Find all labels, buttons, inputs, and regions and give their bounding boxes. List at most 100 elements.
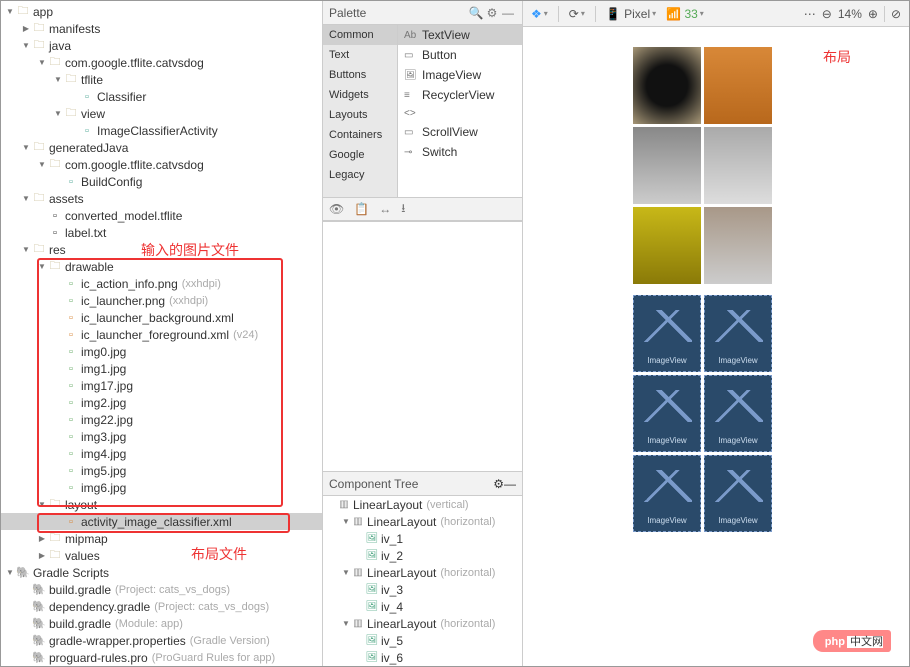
tree-row[interactable]: ▫ converted_model.tflite	[1, 207, 322, 224]
palette-category[interactable]: Widgets	[323, 85, 397, 105]
imageview-placeholder-3[interactable]: ImageView	[633, 375, 701, 452]
tree-row[interactable]: ▼ 🗀 com.google.tflite.catvsdog	[1, 54, 322, 71]
eye-icon[interactable]: 👁	[329, 202, 344, 216]
zoom-out-icon[interactable]: ⊖	[822, 7, 832, 21]
tree-row[interactable]: 🐘 build.gradle (Project: cats_vs_dogs)	[1, 581, 322, 598]
tree-row[interactable]: 🐘 build.gradle (Module: app)	[1, 615, 322, 632]
design-surface[interactable]: 布局 ImageView ImageView ImageView ImageV	[523, 27, 909, 666]
device-selector[interactable]: 📱 Pixel▾	[606, 7, 656, 21]
component-tree-row[interactable]: ▥ LinearLayout (vertical)	[323, 496, 522, 513]
palette-item[interactable]: ▭ScrollView	[398, 122, 522, 142]
tree-row[interactable]: ▫ BuildConfig	[1, 173, 322, 190]
tree-row[interactable]: ▫ img6.jpg	[1, 479, 322, 496]
palette-item[interactable]: AbTextView	[398, 25, 522, 45]
component-tree-row[interactable]: ▼ ▥ LinearLayout (horizontal)	[323, 615, 522, 632]
palette-categories[interactable]: CommonTextButtonsWidgetsLayoutsContainer…	[323, 25, 398, 197]
search-icon[interactable]: 🔍	[468, 6, 484, 20]
component-tree-row[interactable]: ▼ ▥ LinearLayout (horizontal)	[323, 513, 522, 530]
tree-row[interactable]: ▫ ImageClassifierActivity	[1, 122, 322, 139]
imageview-placeholder-1[interactable]: ImageView	[633, 295, 701, 372]
tree-row[interactable]: ▼ 🗀 view	[1, 105, 322, 122]
tree-row[interactable]: 🐘 proguard-rules.pro (ProGuard Rules for…	[1, 649, 322, 666]
tree-row[interactable]: ▼ 🗀 assets	[1, 190, 322, 207]
component-tree-row[interactable]: 🖼 iv_2	[323, 547, 522, 564]
minimize-icon[interactable]: —	[500, 6, 516, 20]
project-tree[interactable]: ▼ 🗀 app ▶ 🗀 manifests ▼ 🗀 java ▼ 🗀 com.g…	[1, 1, 323, 666]
gear-icon[interactable]: ⚙	[484, 6, 500, 20]
minimize-icon[interactable]: —	[504, 477, 516, 491]
layers-icon[interactable]: ❖▾	[531, 7, 548, 21]
tree-row[interactable]: ▫ img4.jpg	[1, 445, 322, 462]
tree-row[interactable]: ▫ img17.jpg	[1, 377, 322, 394]
tree-row[interactable]: ▫ img0.jpg	[1, 343, 322, 360]
zoom-value[interactable]: 14%	[838, 7, 862, 21]
preview-img0[interactable]	[633, 47, 701, 124]
tree-row[interactable]: ▫ ic_launcher.png (xxhdpi)	[1, 292, 322, 309]
imageview-placeholder-5[interactable]: ImageView	[633, 455, 701, 532]
imageview-placeholder-2[interactable]: ImageView	[704, 295, 772, 372]
component-tree-row[interactable]: 🖼 iv_1	[323, 530, 522, 547]
palette-item[interactable]: ≡RecyclerView	[398, 85, 522, 105]
palette-category[interactable]: Buttons	[323, 65, 397, 85]
palette-item[interactable]: <>	[398, 105, 522, 122]
tree-row[interactable]: ▼ 🗀 java	[1, 37, 322, 54]
tree-row[interactable]: ▼ 🗀 app	[1, 3, 322, 20]
tree-row[interactable]: ▶ 🗀 values	[1, 547, 322, 564]
palette-category[interactable]: Google	[323, 145, 397, 165]
tree-row[interactable]: ▫ img1.jpg	[1, 360, 322, 377]
preview-img2[interactable]	[633, 127, 701, 204]
component-tree-row[interactable]: 🖼 iv_3	[323, 581, 522, 598]
tree-row[interactable]: ▫ label.txt	[1, 224, 322, 241]
orientation-icon[interactable]: ⟳▾	[569, 7, 585, 21]
tree-row[interactable]: ▼ 🗀 tflite	[1, 71, 322, 88]
preview-img1[interactable]	[704, 47, 772, 124]
preview-img5[interactable]	[704, 207, 772, 284]
tree-row[interactable]: ▶ 🗀 mipmap	[1, 530, 322, 547]
palette-item[interactable]: ▭Button	[398, 45, 522, 65]
tree-row[interactable]: ▫ img2.jpg	[1, 394, 322, 411]
component-tree-row[interactable]: 🖼 iv_4	[323, 598, 522, 615]
preview-img3[interactable]	[704, 127, 772, 204]
palette-items[interactable]: AbTextView▭Button🖼ImageView≡RecyclerView…	[398, 25, 522, 197]
tree-row[interactable]: ▫ Classifier	[1, 88, 322, 105]
tree-row[interactable]: 🐘 dependency.gradle (Project: cats_vs_do…	[1, 598, 322, 615]
preview-img4[interactable]	[633, 207, 701, 284]
imageview-placeholder-6[interactable]: ImageView	[704, 455, 772, 532]
tree-row[interactable]: 🐘 gradle-wrapper.properties (Gradle Vers…	[1, 632, 322, 649]
tree-row[interactable]: ▫ activity_image_classifier.xml	[1, 513, 322, 530]
imageview-placeholder-4[interactable]: ImageView	[704, 375, 772, 452]
palette-title: Palette	[329, 6, 468, 20]
tree-row[interactable]: ▼ 🗀 layout	[1, 496, 322, 513]
component-tree-title: Component Tree	[329, 477, 493, 491]
clipboard-icon[interactable]: 📋	[354, 202, 369, 216]
component-tree-row[interactable]: ▼ ▥ LinearLayout (horizontal)	[323, 564, 522, 581]
swap-icon[interactable]: ↔	[379, 202, 391, 216]
palette-item[interactable]: ⊸Switch	[398, 142, 522, 162]
tree-row[interactable]: ▼ 🐘 Gradle Scripts	[1, 564, 322, 581]
gear-icon[interactable]: ⚙	[493, 477, 504, 491]
tree-row[interactable]: ▼ 🗀 drawable	[1, 258, 322, 275]
component-tree[interactable]: ▥ LinearLayout (vertical) ▼ ▥ LinearLayo…	[323, 496, 522, 666]
api-selector[interactable]: 📶 33▾	[666, 7, 704, 21]
dots-icon[interactable]: ⋯	[804, 7, 816, 21]
palette-category[interactable]: Common	[323, 25, 397, 45]
tree-row[interactable]: ▫ ic_launcher_background.xml	[1, 309, 322, 326]
component-tree-row[interactable]: 🖼 iv_6	[323, 649, 522, 666]
zoom-in-icon[interactable]: ⊕	[868, 7, 878, 21]
tree-row[interactable]: ▼ 🗀 generatedJava	[1, 139, 322, 156]
palette-category[interactable]: Text	[323, 45, 397, 65]
tree-row[interactable]: ▫ img3.jpg	[1, 428, 322, 445]
component-tree-row[interactable]: 🖼 iv_5	[323, 632, 522, 649]
palette-category[interactable]: Containers	[323, 125, 397, 145]
warning-icon[interactable]: ⊘	[891, 7, 901, 21]
tree-row[interactable]: ▫ img5.jpg	[1, 462, 322, 479]
tree-row[interactable]: ▫ ic_launcher_foreground.xml (v24)	[1, 326, 322, 343]
tree-row[interactable]: ▫ ic_action_info.png (xxhdpi)	[1, 275, 322, 292]
download-icon[interactable]: ⭳	[401, 199, 405, 220]
palette-category[interactable]: Layouts	[323, 105, 397, 125]
tree-row[interactable]: ▼ 🗀 com.google.tflite.catvsdog	[1, 156, 322, 173]
tree-row[interactable]: ▶ 🗀 manifests	[1, 20, 322, 37]
palette-category[interactable]: Legacy	[323, 165, 397, 185]
palette-item[interactable]: 🖼ImageView	[398, 65, 522, 85]
tree-row[interactable]: ▫ img22.jpg	[1, 411, 322, 428]
